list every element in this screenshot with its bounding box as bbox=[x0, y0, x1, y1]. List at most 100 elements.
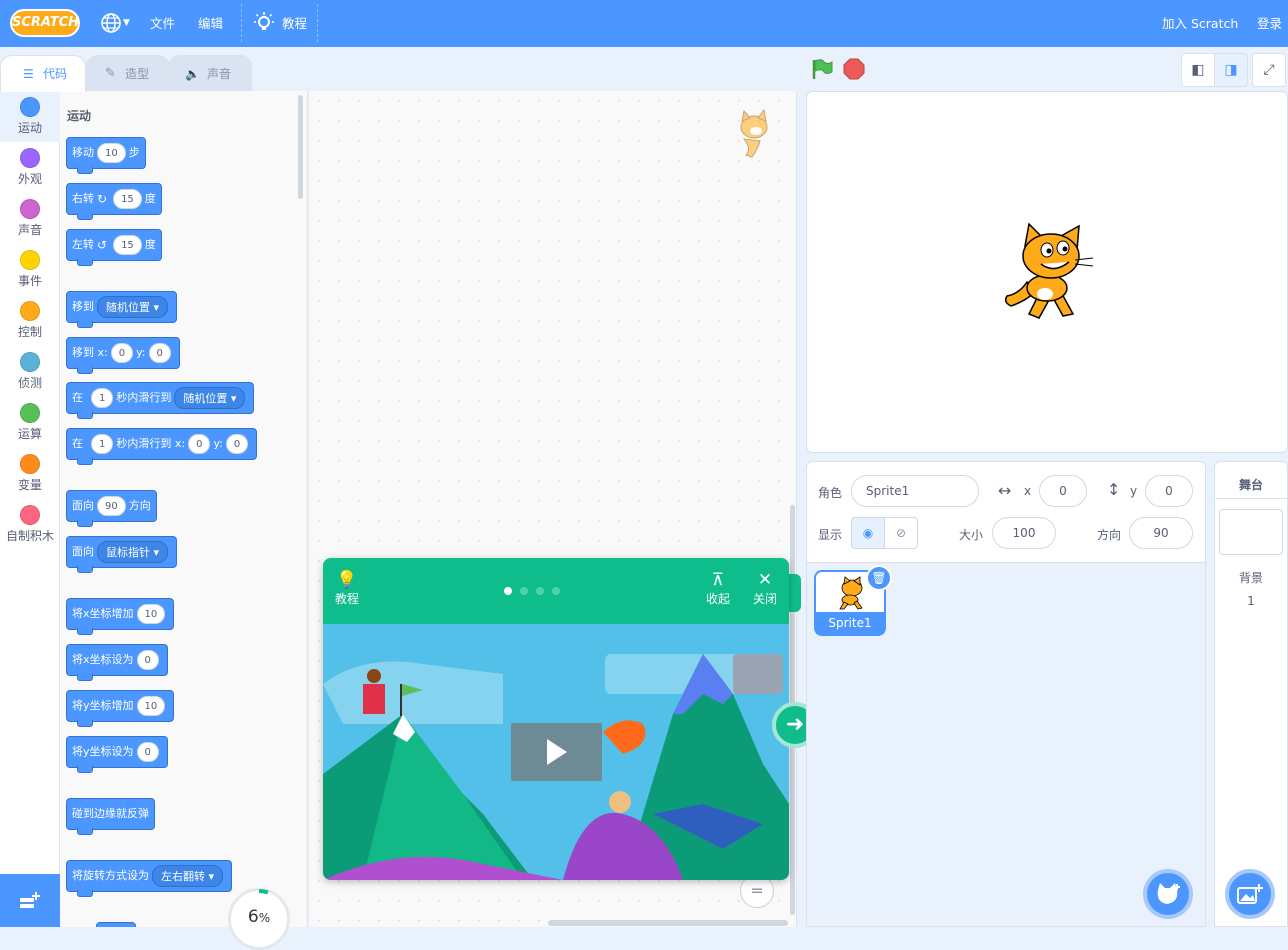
menu-divider bbox=[241, 4, 242, 42]
block-partial[interactable] bbox=[96, 922, 136, 927]
block-point-towards[interactable]: 面向 鼠标指针 ▾ bbox=[66, 536, 178, 573]
block-input[interactable]: 0 bbox=[136, 742, 159, 762]
file-menu[interactable]: 文件 bbox=[150, 0, 175, 47]
block-input[interactable]: 1 bbox=[91, 388, 114, 408]
category-sensing[interactable]: 侦测 bbox=[0, 346, 60, 397]
block-input[interactable]: 1 bbox=[91, 434, 114, 454]
image-plus-icon bbox=[1237, 884, 1263, 904]
delete-sprite-button[interactable]: 🗑 bbox=[866, 565, 892, 591]
fullscreen-button[interactable]: ⤢ bbox=[1252, 53, 1286, 87]
block-text: 在 bbox=[72, 391, 83, 404]
block-input[interactable]: 10 bbox=[97, 143, 126, 163]
add-extension-button[interactable] bbox=[0, 874, 60, 927]
tab-costumes[interactable]: ✎ 造型 bbox=[86, 55, 170, 91]
green-flag-icon[interactable] bbox=[810, 57, 834, 81]
block-text: 方向 bbox=[128, 499, 151, 512]
block-change-y[interactable]: 将y坐标增加 10 bbox=[66, 690, 175, 727]
stage-selector[interactable]: 舞台 背景 1 bbox=[1214, 461, 1288, 927]
tutorial-step-dot[interactable] bbox=[504, 587, 512, 595]
sprite-name-input[interactable]: Sprite1 bbox=[851, 475, 979, 507]
tutorial-step-dot[interactable] bbox=[520, 587, 528, 595]
small-stage-button[interactable]: ◧ bbox=[1181, 53, 1215, 87]
large-stage-button[interactable]: ◨ bbox=[1214, 53, 1248, 87]
category-dot bbox=[20, 97, 40, 117]
tutorial-label: 教程 bbox=[335, 592, 360, 606]
block-input[interactable]: 10 bbox=[136, 696, 166, 716]
block-input[interactable]: 0 bbox=[148, 343, 171, 363]
block-point-direction[interactable]: 面向 90 方向 bbox=[66, 490, 157, 527]
block-dropdown[interactable]: 左右翻转 ▾ bbox=[152, 865, 224, 887]
x-input[interactable]: 0 bbox=[1039, 475, 1087, 507]
block-bounce[interactable]: 碰到边缘就反弹 bbox=[66, 798, 155, 835]
category-variables[interactable]: 变量 bbox=[0, 448, 60, 499]
tutorial-step-dot[interactable] bbox=[536, 587, 544, 595]
palette-scrollbar[interactable] bbox=[298, 95, 303, 199]
block-dropdown[interactable]: 鼠标指针 ▾ bbox=[97, 541, 169, 563]
edit-menu[interactable]: 编辑 bbox=[198, 0, 223, 47]
block-input[interactable]: 90 bbox=[97, 496, 126, 516]
size-input[interactable]: 100 bbox=[992, 517, 1056, 549]
block-dropdown[interactable]: 随机位置 ▾ bbox=[97, 296, 169, 318]
block-input[interactable]: 15 bbox=[113, 235, 142, 255]
block-set-y[interactable]: 将y坐标设为 0 bbox=[66, 736, 168, 773]
category-operators[interactable]: 运算 bbox=[0, 397, 60, 448]
scratch-logo[interactable]: SCRATCH bbox=[10, 9, 80, 37]
stage-thumbnail[interactable] bbox=[1219, 509, 1283, 555]
block-change-x[interactable]: 将x坐标增加 10 bbox=[66, 598, 175, 635]
block-text: y: bbox=[213, 437, 223, 450]
show-label: 显示 bbox=[818, 528, 843, 542]
block-input[interactable]: 0 bbox=[110, 343, 134, 363]
language-menu[interactable]: ▼ bbox=[99, 0, 135, 47]
category-dot bbox=[20, 199, 40, 219]
block-dropdown[interactable]: 随机位置 ▾ bbox=[174, 387, 246, 409]
category-sound[interactable]: 声音 bbox=[0, 193, 60, 244]
direction-input[interactable]: 90 bbox=[1129, 517, 1193, 549]
eye-icon: ◉ bbox=[862, 526, 874, 540]
block-glide-to[interactable]: 在 1 秒内滑行到 随机位置 ▾ bbox=[66, 382, 255, 419]
block-glide-xy[interactable]: 在 1 秒内滑行到 x: 0 y: 0 bbox=[66, 428, 258, 465]
block-goto-xy[interactable]: 移到 x: 0 y: 0 bbox=[66, 337, 180, 374]
stop-icon[interactable] bbox=[843, 58, 865, 80]
block-turn-right[interactable]: 右转 ↻ 15 度 bbox=[66, 183, 162, 220]
dropdown-value: 随机位置 bbox=[183, 392, 228, 405]
tutorial-library-button[interactable]: 💡 教程 bbox=[335, 558, 359, 624]
tutorial-collapse-button[interactable]: ⊼ 收起 bbox=[705, 558, 731, 624]
progress-ring-icon bbox=[258, 889, 269, 895]
video-play-button[interactable] bbox=[511, 723, 602, 781]
block-move-steps[interactable]: 移动 10 步 bbox=[66, 137, 146, 174]
category-motion[interactable]: 运动 bbox=[0, 91, 60, 142]
block-input[interactable]: 15 bbox=[113, 189, 142, 209]
join-scratch-link[interactable]: 加入 Scratch bbox=[1162, 0, 1238, 47]
category-looks[interactable]: 外观 bbox=[0, 142, 60, 193]
show-sprite-button[interactable]: ◉ bbox=[851, 517, 885, 549]
tutorial-step-dot[interactable] bbox=[552, 587, 560, 595]
category-events[interactable]: 事件 bbox=[0, 244, 60, 295]
block-rotation-style[interactable]: 将旋转方式设为 左右翻转 ▾ bbox=[66, 860, 233, 897]
tab-sounds[interactable]: 🔈 声音 bbox=[168, 55, 252, 91]
block-goto[interactable]: 移到 随机位置 ▾ bbox=[66, 291, 178, 328]
hide-sprite-button[interactable]: ⊘ bbox=[884, 517, 918, 549]
script-horizontal-scrollbar[interactable] bbox=[548, 920, 788, 926]
y-input[interactable]: 0 bbox=[1145, 475, 1193, 507]
tutorials-menu[interactable]: 教程 bbox=[254, 0, 314, 47]
category-control[interactable]: 控制 bbox=[0, 295, 60, 346]
block-text: 面向 bbox=[72, 545, 94, 558]
category-label: 声音 bbox=[17, 223, 42, 237]
block-set-x[interactable]: 将x坐标设为 0 bbox=[66, 644, 168, 681]
block-input[interactable]: 10 bbox=[136, 604, 166, 624]
stage-canvas[interactable] bbox=[806, 91, 1288, 453]
block-input[interactable]: 0 bbox=[225, 434, 249, 454]
block-turn-left[interactable]: 左转 ↺ 15 度 bbox=[66, 229, 162, 266]
login-link[interactable]: 登录 bbox=[1257, 0, 1282, 47]
category-my-blocks[interactable]: 自制积木 bbox=[0, 499, 60, 550]
tab-code[interactable]: ☰ 代码 bbox=[0, 55, 86, 92]
block-input[interactable]: 0 bbox=[188, 434, 211, 454]
dropdown-value: 随机位置 bbox=[106, 301, 150, 314]
sprite-watermark-icon bbox=[740, 109, 768, 158]
add-backdrop-button[interactable] bbox=[1225, 869, 1275, 919]
arrow-right-icon: ➜ bbox=[785, 712, 805, 737]
block-input[interactable]: 0 bbox=[136, 650, 159, 670]
tutorial-close-button[interactable]: ✕ 关闭 bbox=[753, 558, 777, 624]
cat-sprite[interactable] bbox=[999, 222, 1099, 326]
add-sprite-button[interactable] bbox=[1143, 869, 1193, 919]
